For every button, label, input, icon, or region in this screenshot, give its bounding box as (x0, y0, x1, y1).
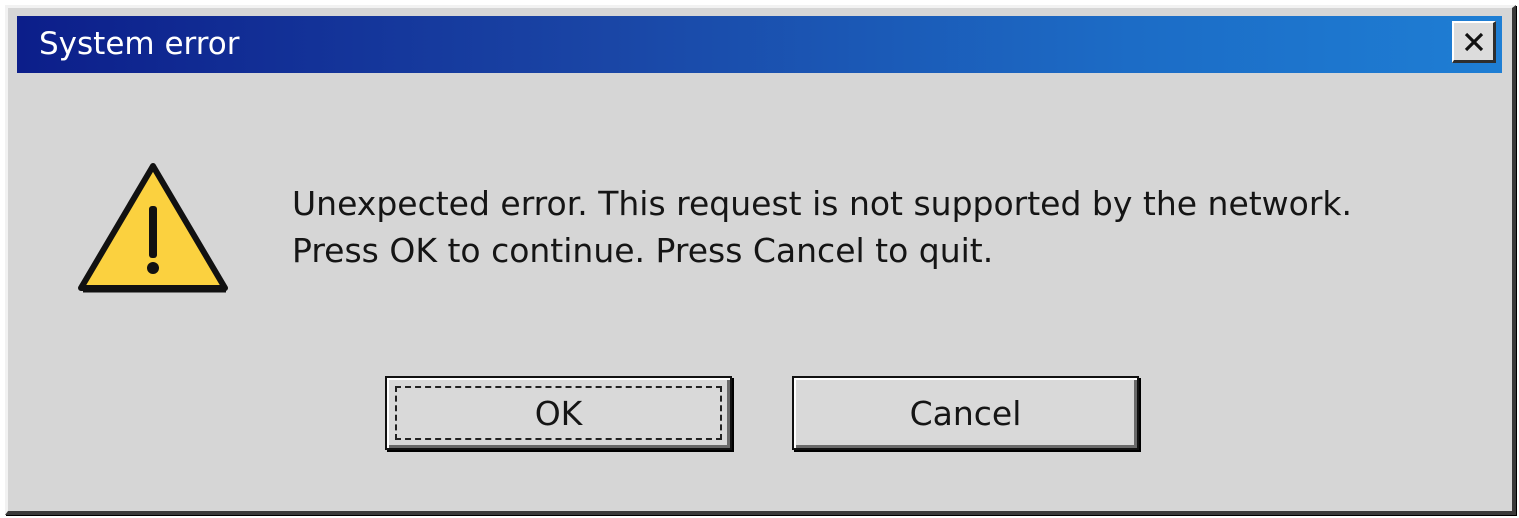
error-message: Unexpected error. This request is not su… (292, 180, 1352, 274)
message-line-2: Press OK to continue. Press Cancel to qu… (292, 231, 994, 270)
error-dialog: System error Unexpected error. This requ… (5, 5, 1516, 515)
dialog-title: System error (39, 26, 240, 62)
ok-button[interactable]: OK (385, 376, 732, 450)
cancel-button[interactable]: Cancel (792, 376, 1139, 450)
ok-button-label: OK (534, 393, 583, 433)
message-line-1: Unexpected error. This request is not su… (292, 184, 1353, 223)
title-bar[interactable]: System error (17, 16, 1502, 73)
warning-triangle-icon (78, 163, 228, 293)
close-icon (1464, 32, 1483, 51)
close-button[interactable] (1452, 21, 1496, 63)
cancel-button-label: Cancel (909, 393, 1022, 433)
